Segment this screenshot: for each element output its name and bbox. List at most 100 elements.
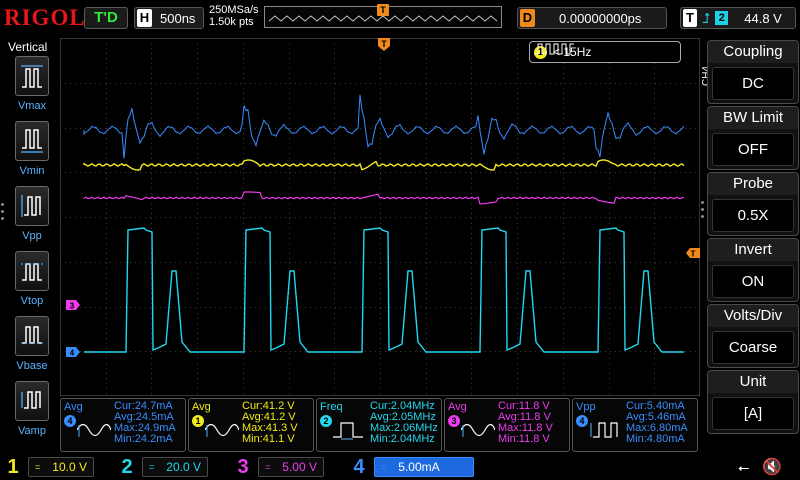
measure-name: Freq [320,401,343,413]
measure-values: Cur:41.2 V Avg:41.2 V Max:41.3 V Min:41.… [242,401,298,445]
speaker-muted-icon[interactable]: 🔇 [762,457,782,477]
frequency-wave-icon [333,422,363,440]
average-wave-icon [461,423,495,437]
vtop-label: Vtop [20,295,44,307]
vbase-label: Vbase [16,360,48,372]
measure-name: Avg [448,401,467,413]
waveform-display[interactable]: T 3 4 T 1 < 15Hz [60,38,700,396]
channel-scale-box: = 10.0 V [28,457,94,477]
measure-name: Avg [192,401,211,413]
channel-scale: 10.0 V [52,460,87,474]
vmax-label: Vmax [17,100,47,112]
channel-scale: 20.0 V [166,460,201,474]
channel-scale-box: = 20.0 V [142,457,208,477]
bw-limit-value: OFF [712,133,794,166]
measurement-panel[interactable]: Avg 1 Cur:41.2 V Avg:41.2 V Max:41.3 V M… [188,398,314,452]
waveform-grid: T 3 4 T [60,38,700,396]
measurement-panel[interactable]: Avg 3 Cur:11.8 V Avg:11.8 V Max:11.8 V M… [444,398,570,452]
measure-channel-badge: 2 [320,415,332,427]
channel-scale-box: = 5.00 V [258,457,324,477]
ch3-marker-label: 3 [70,302,75,311]
run-status-indicator[interactable]: T'D [84,7,128,29]
horizontal-timebase[interactable]: H 500ns [134,7,204,29]
measure-min: Min:41.1 V [242,433,295,445]
measure-channel-badge: 3 [448,415,460,427]
coupling-value: DC [712,67,794,100]
trigger-position-label: T [381,39,387,49]
channel-scale-box: = 5.00mA [374,457,474,477]
vpp-wave-icon [590,422,618,438]
measure-vmin[interactable]: Vmin [11,121,53,185]
channel-status-bar: 1 = 10.0 V 2 = 20.0 V 3 = 5.00 V 4 = 5.0… [0,454,800,480]
unit-softkey[interactable]: Unit ◀ [A] [707,370,799,434]
measure-channel-badge: 1 [192,415,204,427]
vmin-label: Vmin [19,165,45,177]
invert-value: ON [712,265,794,298]
measure-min: Min:2.04MHz [370,433,435,445]
ch4-softkey-menu: CH4 Coupling ◀ DC BW Limit OFF Probe ◀ 0… [701,38,800,458]
trigger-level-label: T [691,250,696,259]
channel-scale: 5.00 V [282,460,317,474]
measure-values: Cur:2.04MHz Avg:2.05MHz Max:2.06MHz Min:… [370,401,438,445]
measure-vbase[interactable]: Vbase [11,316,53,380]
dc-coupling-icon: = [35,462,41,472]
rising-edge-icon: ⮥ [702,9,711,26]
measure-vmax[interactable]: Vmax [11,56,53,120]
channel-2-status[interactable]: 2 = 20.0 V [116,456,208,478]
measure-values: Cur:5.40mA Avg:5.46mA Max:6.80mA Min:4.8… [626,401,688,445]
measure-vamp[interactable]: Vamp [11,381,53,445]
invert-softkey[interactable]: Invert ON [707,238,799,302]
average-wave-icon [205,423,239,437]
measure-channel-badge: 4 [64,415,76,427]
coupling-softkey[interactable]: Coupling ◀ DC [707,40,799,104]
measure-name: Avg [64,401,83,413]
volts-div-softkey[interactable]: Volts/Div Coarse [707,304,799,368]
unit-value: [A] [712,397,794,430]
dc-coupling-icon: = [381,462,387,472]
vbase-icon [15,316,49,356]
unit-label: Unit [708,371,798,393]
delay-value: 0.00000000ps [559,10,642,26]
volts-div-value: Coarse [712,331,794,364]
dc-coupling-icon: = [265,462,271,472]
horizontal-delay[interactable]: D 0.00000000ps [517,7,667,29]
measure-name: Vpp [576,401,596,413]
coupling-label: Coupling [708,41,798,63]
scroll-dots [1,203,5,224]
scroll-dots [701,201,706,222]
measurement-panel[interactable]: Freq 2 Cur:2.04MHz Avg:2.05MHz Max:2.06M… [316,398,442,452]
trigger-source: 2 [715,11,729,25]
usb-icon: ⭠ [738,459,750,475]
bw-limit-label: BW Limit [708,107,798,129]
memory-depth: 1.50k pts [209,16,254,28]
rigol-logo: RIGOL [4,5,86,30]
vamp-label: Vamp [18,425,46,437]
dc-coupling-icon: = [149,462,155,472]
channel-1-status[interactable]: 1 = 10.0 V [2,456,94,478]
trigger-level: 44.8 V [744,10,782,26]
horizontal-badge: H [137,9,152,27]
trigger-settings[interactable]: T ⮥ 2 44.8 V [680,7,796,29]
measure-channel-badge: 4 [576,415,588,427]
channel-4-status[interactable]: 4 = 5.00mA [348,456,474,478]
vtop-icon [15,251,49,291]
measure-min: Min:4.80mA [626,433,685,445]
sample-rate: 250MSa/s [209,4,259,16]
bw-limit-softkey[interactable]: BW Limit OFF [707,106,799,170]
top-status-bar: RIGOL T'D H 500ns 250MSa/s 1.50k pts T D… [0,0,800,38]
channel-3-status[interactable]: 3 = 5.00 V [232,456,324,478]
memory-trigger-marker: T [377,4,389,16]
measure-vtop[interactable]: Vtop [11,251,53,315]
vamp-icon [15,381,49,421]
measure-min: Min:11.8 V [498,433,550,445]
measure-vpp[interactable]: Vpp [11,186,53,250]
average-wave-icon [77,423,111,437]
probe-softkey[interactable]: Probe ◀ 0.5X [707,172,799,236]
measurement-panel[interactable]: Vpp 4 Cur:5.40mA Avg:5.46mA Max:6.80mA M… [572,398,698,452]
probe-label: Probe [708,173,798,195]
measurement-panel[interactable]: Avg 4 Cur:24.7mA Avg:24.5mA Max:24.9mA M… [60,398,186,452]
frequency-counter[interactable]: 1 < 15Hz [529,41,681,63]
vertical-measure-menu: Vertical Vmax Vmin Vpp Vtop Vbase Vamp [0,38,60,458]
channel-scale: 5.00mA [398,460,440,474]
vmax-icon [15,56,49,96]
